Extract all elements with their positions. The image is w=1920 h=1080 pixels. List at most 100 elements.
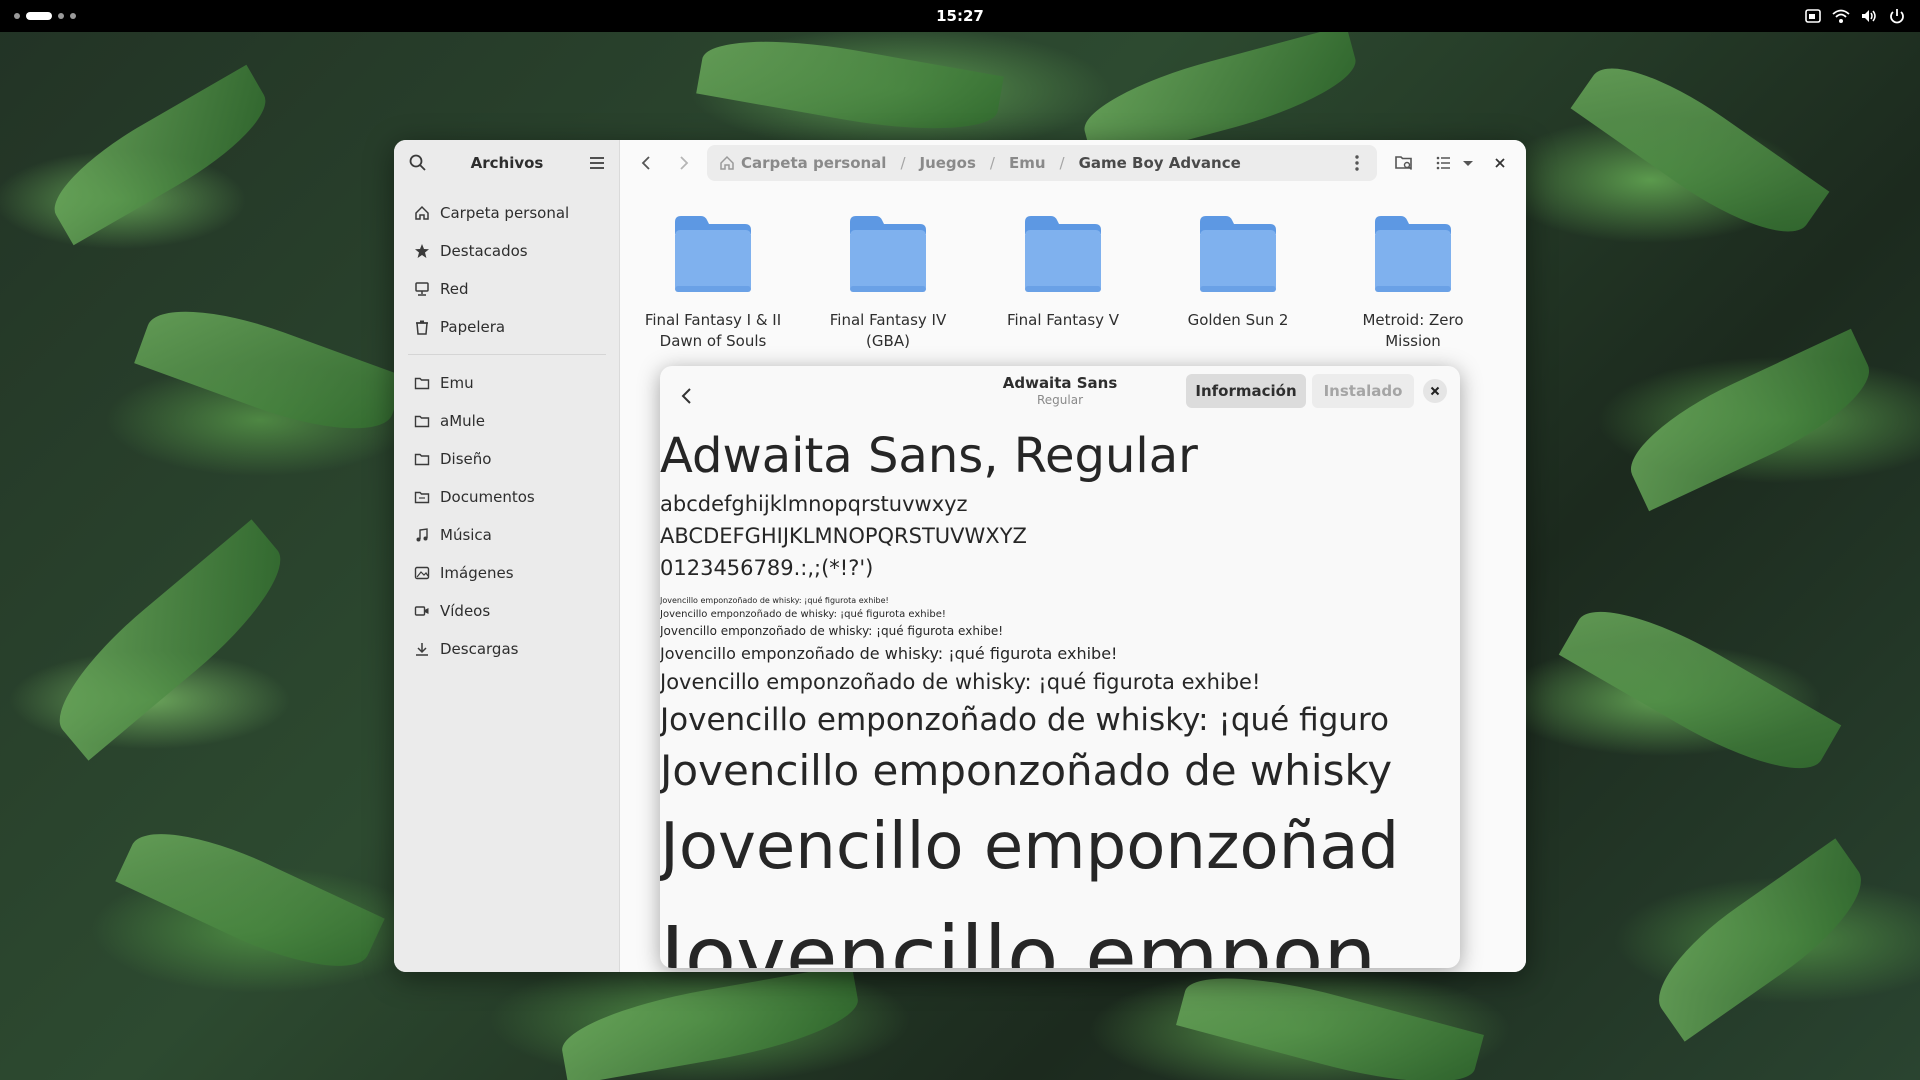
- document-icon: [414, 489, 430, 505]
- system-status-area[interactable]: [1804, 8, 1906, 24]
- sidebar-item-label: Imágenes: [440, 564, 514, 582]
- folder-name: Metroid: Zero: [1362, 311, 1464, 329]
- clock[interactable]: 15:27: [0, 7, 1920, 25]
- close-dialog-button[interactable]: [1423, 379, 1447, 403]
- sidebar-item-imagenes[interactable]: Imágenes: [402, 554, 612, 592]
- video-icon: [414, 603, 430, 619]
- screen-share-icon[interactable]: [1804, 8, 1822, 24]
- wallpaper-leaf: [37, 519, 303, 761]
- sidebar-item-label: Papelera: [440, 318, 506, 336]
- hamburger-menu-icon[interactable]: [587, 153, 607, 173]
- wallpaper-leaf: [1570, 42, 1830, 258]
- header-bar: Carpeta personal / Juegos / Emu / Game B…: [620, 140, 1526, 186]
- trash-icon: [414, 319, 430, 335]
- sidebar-item-emu[interactable]: Emu: [402, 364, 612, 402]
- preview-uppercase: ABCDEFGHIJKLMNOPQRSTUVWXYZ: [660, 524, 1027, 548]
- folder-icon: [1198, 212, 1278, 294]
- folder-icon: [414, 451, 430, 467]
- forward-button[interactable]: [672, 151, 696, 175]
- sidebar-item-diseno[interactable]: Diseño: [402, 440, 612, 478]
- sidebar-separator: [408, 354, 606, 355]
- folder-item[interactable]: Metroid: Zero Mission: [1328, 212, 1498, 352]
- home-icon: [719, 155, 735, 171]
- sidebar-item-label: Destacados: [440, 242, 528, 260]
- sidebar-item-label: Emu: [440, 374, 474, 392]
- breadcrumb-current[interactable]: Game Boy Advance: [1079, 154, 1241, 172]
- close-window-button[interactable]: [1488, 151, 1512, 175]
- view-options-dropdown-icon[interactable]: [1456, 151, 1480, 175]
- sidebar-item-videos[interactable]: Vídeos: [402, 592, 612, 630]
- preview-heading: Adwaita Sans, Regular: [660, 428, 1198, 484]
- wallpaper-leaf: [38, 64, 282, 246]
- path-bar[interactable]: Carpeta personal / Juegos / Emu / Game B…: [707, 145, 1377, 181]
- sidebar-item-documentos[interactable]: Documentos: [402, 478, 612, 516]
- font-viewer-dialog: Adwaita Sans Regular Información Instala…: [660, 366, 1460, 968]
- sidebar-item-label: Diseño: [440, 450, 492, 468]
- folder-icon: [673, 212, 753, 294]
- sidebar-item-network[interactable]: Red: [402, 270, 612, 308]
- folder-name: Golden Sun 2: [1187, 311, 1289, 329]
- preview-sample-31: Jovencillo emponzoñado de whisky: ¡qué f…: [660, 702, 1389, 738]
- list-view-icon[interactable]: [1432, 151, 1456, 175]
- image-icon: [414, 565, 430, 581]
- wallpaper-leaf: [1615, 328, 1885, 512]
- star-icon: [414, 243, 430, 259]
- folder-item[interactable]: Golden Sun 2: [1153, 212, 1323, 331]
- sidebar-item-musica[interactable]: Música: [402, 516, 612, 554]
- preview-sample-16: Jovencillo emponzoñado de whisky: ¡qué f…: [660, 644, 1118, 663]
- preview-sample-8: Jovencillo emponzoñado de whisky: ¡qué f…: [660, 596, 889, 605]
- volume-icon[interactable]: [1860, 8, 1878, 24]
- sidebar-item-home[interactable]: Carpeta personal: [402, 194, 612, 232]
- breadcrumb-separator: /: [900, 154, 906, 172]
- sidebar-item-trash[interactable]: Papelera: [402, 308, 612, 346]
- folder-item[interactable]: Final Fantasy V: [978, 212, 1148, 331]
- folder-name: Final Fantasy V: [1006, 311, 1120, 329]
- wifi-icon[interactable]: [1832, 8, 1850, 24]
- preview-sample-21: Jovencillo emponzoñado de whisky: ¡qué f…: [660, 670, 1261, 694]
- installed-button[interactable]: Instalado: [1312, 374, 1414, 408]
- vertical-dots-menu-icon[interactable]: [1347, 153, 1367, 173]
- folder-item[interactable]: Final Fantasy I & II Dawn of Souls: [628, 212, 798, 352]
- font-preview: Adwaita Sans, Regular abcdefghijklmnopqr…: [660, 426, 1460, 968]
- folder-icon: [1373, 212, 1453, 294]
- folder-icon: [414, 375, 430, 391]
- breadcrumb-emu[interactable]: Emu: [1009, 154, 1046, 172]
- home-icon: [414, 205, 430, 221]
- preview-sample-12: Jovencillo emponzoñado de whisky: ¡qué f…: [660, 624, 1004, 638]
- font-viewer-header: Adwaita Sans Regular Información Instala…: [660, 366, 1460, 426]
- sidebar-item-label: Red: [440, 280, 469, 298]
- info-button[interactable]: Información: [1186, 374, 1306, 408]
- sidebar-item-label: Descargas: [440, 640, 519, 658]
- folder-name: Final Fantasy I & II: [644, 311, 782, 329]
- sidebar-item-label: Documentos: [440, 488, 535, 506]
- folder-icon: [848, 212, 928, 294]
- preview-sample-64: Jovencillo emponzoñad: [660, 810, 1400, 884]
- preview-lowercase: abcdefghijklmnopqrstuvwxyz: [660, 492, 968, 516]
- sidebar: Archivos Carpeta personal Destacados Red…: [394, 140, 620, 972]
- sidebar-places: Carpeta personal Destacados Red Papelera…: [402, 194, 612, 668]
- sidebar-item-starred[interactable]: Destacados: [402, 232, 612, 270]
- folder-name: (GBA): [866, 332, 910, 350]
- breadcrumb-home[interactable]: Carpeta personal: [741, 154, 886, 172]
- sidebar-item-amule[interactable]: aMule: [402, 402, 612, 440]
- music-icon: [414, 527, 430, 543]
- sidebar-item-descargas[interactable]: Descargas: [402, 630, 612, 668]
- sidebar-item-label: Vídeos: [440, 602, 491, 620]
- folder-name: Mission: [1385, 332, 1441, 350]
- preview-digits: 0123456789.:,;(*!?'): [660, 556, 874, 580]
- sidebar-item-label: Carpeta personal: [440, 204, 570, 222]
- breadcrumb-juegos[interactable]: Juegos: [920, 154, 976, 172]
- network-icon: [414, 281, 430, 297]
- folder-name: Final Fantasy IV: [829, 311, 947, 329]
- wallpaper-leaf: [696, 24, 1004, 146]
- back-button[interactable]: [634, 151, 658, 175]
- folder-item[interactable]: Final Fantasy IV (GBA): [803, 212, 973, 352]
- power-icon[interactable]: [1888, 8, 1906, 24]
- folder-name: Dawn of Souls: [659, 332, 767, 350]
- preview-sample-10: Jovencillo emponzoñado de whisky: ¡qué f…: [660, 609, 946, 620]
- search-folder-icon[interactable]: [1392, 151, 1416, 175]
- folder-grid: Final Fantasy I & II Dawn of Souls Final…: [620, 212, 1526, 372]
- wallpaper-leaf: [1176, 957, 1484, 1080]
- wallpaper-leaf: [134, 287, 406, 453]
- breadcrumb-separator: /: [1059, 154, 1065, 172]
